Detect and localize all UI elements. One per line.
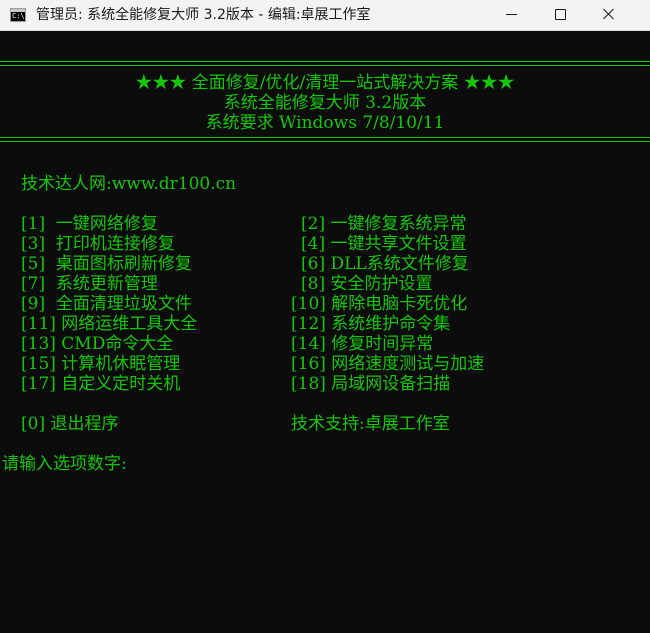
maximize-icon [555,9,566,20]
menu-item-9: [9] 全面清理垃圾文件 [21,294,192,314]
input-prompt[interactable]: 请输入选项数字: [2,454,127,474]
title-bar[interactable]: C:\_ 管理员: 系统全能修复大师 3.2版本 - 编辑:卓展工作室 [0,0,650,31]
divider-line [0,137,650,138]
divider-line [0,65,650,66]
menu-item-13: [13] CMD命令大全 [21,334,174,354]
menu-item-17: [17] 自定义定时关机 [21,374,181,394]
menu-item-2: [2] 一键修复系统异常 [301,214,467,234]
maximize-button[interactable] [538,0,584,30]
menu-item-0: [0] 退出程序 [21,414,119,434]
menu-item-15: [15] 计算机休眠管理 [21,354,181,374]
menu-item-5: [5] 桌面图标刷新修复 [21,254,192,274]
menu-item-12: [12] 系统维护命令集 [291,314,451,334]
menu-item-11: [11] 网络运维工具大全 [21,314,198,334]
menu-item-7: [7] 系统更新管理 [21,274,158,294]
minimize-icon [506,14,517,15]
menu-item-10: [10] 解除电脑卡死优化 [291,294,468,314]
console-output[interactable]: ★★★ 全面修复/优化/清理一站式解决方案 ★★★ 系统全能修复大师 3.2版本… [0,31,650,633]
website-line: 技术达人网:www.dr100.cn [21,174,237,194]
console-window: C:\_ 管理员: 系统全能修复大师 3.2版本 - 编辑:卓展工作室 ★★★ … [0,0,650,633]
menu-item-18: [18] 局域网设备扫描 [291,374,451,394]
minimize-button[interactable] [489,0,535,30]
divider-line [0,61,650,62]
header-requirement: 系统要求 Windows 7/8/10/11 [205,113,445,133]
menu-item-3: [3] 打印机连接修复 [21,234,175,254]
menu-item-6: [6] DLL系统文件修复 [301,254,469,274]
header-app-name: 系统全能修复大师 3.2版本 [223,93,427,113]
support-line: 技术支持:卓展工作室 [291,414,450,434]
menu-item-4: [4] 一键共享文件设置 [301,234,467,254]
console-icon: C:\_ [10,8,29,22]
window-title: 管理员: 系统全能修复大师 3.2版本 - 编辑:卓展工作室 [36,7,371,23]
close-icon [603,8,615,20]
menu-item-14: [14] 修复时间异常 [291,334,434,354]
menu-item-8: [8] 安全防护设置 [301,274,433,294]
close-button[interactable] [586,0,632,30]
header-slogan: ★★★ 全面修复/优化/清理一站式解决方案 ★★★ [135,73,515,93]
divider-line [0,141,650,142]
menu-item-1: [1] 一键网络修复 [21,214,158,234]
menu-item-16: [16] 网络速度测试与加速 [291,354,485,374]
